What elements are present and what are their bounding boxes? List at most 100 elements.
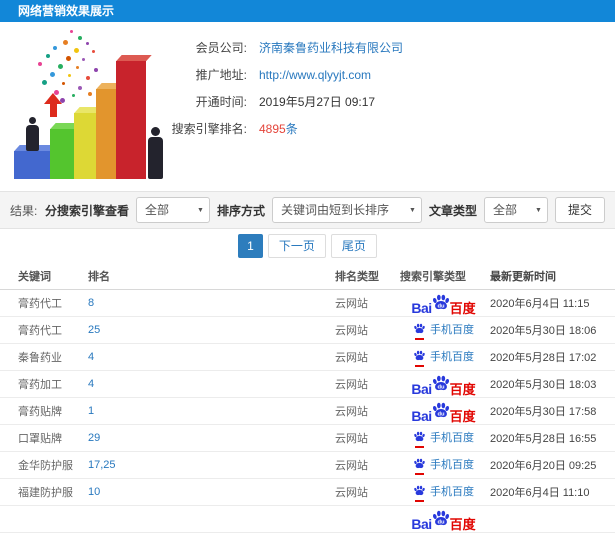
up-arrow-icon: [44, 93, 62, 117]
last-page-button[interactable]: 尾页: [330, 233, 377, 258]
chevron-down-icon: ▼: [409, 207, 416, 214]
confetti-dot: [78, 36, 82, 40]
updated-time-cell: 2020年6月4日 11:10: [490, 487, 590, 499]
confetti-dot: [76, 66, 79, 69]
header-rank-type: 排名类型: [335, 270, 379, 283]
table-row: 福建防护服 10 云网站 手机百度 2020年6月4日 11:10: [0, 479, 615, 506]
member-info: 会员公司: 济南秦鲁药业科技有限公司 推广地址: http://www.qlyy…: [135, 34, 403, 142]
promo-url-link[interactable]: http://www.qlyyjt.com: [259, 68, 371, 82]
member-company-link[interactable]: 济南秦鲁药业科技有限公司: [259, 41, 403, 55]
member-company-row: 会员公司: 济南秦鲁药业科技有限公司: [135, 34, 403, 61]
baidu-paw-icon: du: [432, 402, 449, 417]
engine-type-cell: Bai du 百度: [397, 292, 490, 315]
rank-link[interactable]: 8: [88, 297, 94, 309]
rank-link[interactable]: 10: [88, 486, 100, 498]
svg-text:du: du: [437, 411, 445, 417]
baidu-pc-logo: Bai du 百度: [411, 508, 476, 531]
header-updated: 最新更新时间: [490, 270, 556, 283]
results-table: 关键词 排名 排名类型 搜索引擎类型 最新更新时间 膏药代工 8 云网站 Bai…: [0, 262, 615, 533]
confetti-dot: [42, 80, 47, 85]
keyword-cell: 秦鲁药业: [18, 352, 62, 364]
hero-section: 会员公司: 济南秦鲁药业科技有限公司 推广地址: http://www.qlyy…: [0, 22, 615, 191]
open-time-row: 开通时间: 2019年5月27日 09:17: [135, 88, 403, 115]
businessman-figure: [24, 117, 40, 151]
baidu-mobile-logo: 手机百度: [413, 349, 474, 367]
promo-url-row: 推广地址: http://www.qlyyjt.com: [135, 61, 403, 88]
baidu-paw-icon: du: [432, 294, 449, 309]
engine-type-cell: 手机百度: [397, 349, 490, 367]
confetti-dot: [63, 40, 68, 45]
baidu-mobile-logo: 手机百度: [413, 430, 474, 448]
confetti-dot: [72, 94, 75, 97]
rank-link[interactable]: 25: [88, 324, 100, 336]
rank-link[interactable]: 4: [88, 351, 94, 363]
confetti-dot: [74, 48, 79, 53]
header-keyword: 关键词: [18, 270, 51, 283]
rank-link[interactable]: 29: [88, 432, 100, 444]
engine-type-cell: Bai du 百度: [397, 508, 490, 531]
article-type-select[interactable]: 全部 ▼: [483, 197, 548, 223]
page-button-current[interactable]: 1: [238, 233, 263, 258]
keyword-cell: 福建防护服: [18, 487, 73, 499]
confetti-dot: [82, 58, 85, 61]
table-header-row: 关键词 排名 排名类型 搜索引擎类型 最新更新时间: [0, 262, 615, 290]
baidu-paw-icon: [414, 458, 425, 469]
baidu-paw-icon: [414, 431, 425, 442]
rank-type-cell: 云网站: [335, 325, 368, 337]
next-page-button[interactable]: 下一页: [267, 233, 326, 258]
rank-link[interactable]: 4: [88, 378, 94, 390]
table-row: 膏药贴牌 1 云网站 Bai du 百度 2020年5月30日 17:58: [0, 398, 615, 425]
updated-time-cell: 2020年5月30日 18:06: [490, 325, 597, 337]
baidu-paw-icon: du: [432, 510, 449, 525]
engine-rank-unit: 条: [285, 122, 298, 136]
sort-filter-select[interactable]: 关键词由短到长排序 ▼: [271, 197, 422, 223]
engine-filter-label: 分搜索引擎查看: [44, 203, 129, 218]
confetti-dot: [78, 86, 82, 90]
chart-bar-blue: [14, 151, 52, 179]
submit-button[interactable]: 提交: [554, 197, 605, 223]
chevron-down-icon: ▼: [535, 207, 542, 214]
updated-time-cell: 2020年6月4日 11:15: [490, 298, 590, 310]
engine-rank-count: 4895: [259, 122, 286, 136]
open-time-label: 开通时间:: [195, 95, 247, 109]
confetti-dot: [58, 64, 63, 69]
updated-time-cell: 2020年5月30日 17:58: [490, 406, 597, 418]
sort-filter-label: 排序方式: [216, 203, 265, 218]
keyword-cell: 金华防护服: [18, 460, 73, 472]
confetti-dot: [60, 98, 65, 103]
confetti-dot: [50, 72, 55, 77]
engine-type-cell: 手机百度: [397, 484, 490, 502]
confetti-dot: [46, 54, 50, 58]
rank-type-cell: 云网站: [335, 433, 368, 445]
engine-type-cell: 手机百度: [397, 457, 490, 475]
rank-link[interactable]: 1: [88, 405, 94, 417]
confetti-dot: [92, 50, 95, 53]
updated-time-cell: 2020年6月20日 09:25: [490, 460, 597, 472]
filter-bar: 结果: 分搜索引擎查看 全部 ▼ 排序方式 关键词由短到长排序 ▼ 文章类型 全…: [0, 191, 615, 229]
rank-type-cell: 云网站: [335, 379, 368, 391]
table-row: 膏药代工 25 云网站 手机百度 2020年5月30日 18:06: [0, 317, 615, 344]
baidu-pc-logo: Bai du 百度: [411, 373, 476, 396]
keyword-cell: 膏药代工: [18, 298, 62, 310]
confetti-dot: [53, 46, 57, 50]
baidu-paw-icon: [414, 323, 425, 334]
pagination: 1 下一页 尾页: [0, 229, 615, 262]
confetti-dot: [94, 68, 98, 72]
confetti-dot: [70, 30, 73, 33]
engine-type-cell: Bai du 百度: [397, 373, 490, 396]
rank-type-cell: 云网站: [335, 460, 368, 472]
engine-type-cell: 手机百度: [397, 430, 490, 448]
page-title: 网络营销效果展示: [0, 0, 615, 22]
svg-text:du: du: [437, 303, 445, 309]
engine-type-cell: Bai du 百度: [397, 400, 490, 423]
engine-filter-select[interactable]: 全部 ▼: [135, 197, 210, 223]
engine-rank-label: 搜索引擎排名:: [171, 122, 247, 136]
confetti-dot: [66, 56, 71, 61]
rank-type-cell: 云网站: [335, 352, 368, 364]
member-company-label: 会员公司:: [195, 41, 247, 55]
rank-link[interactable]: 17,25: [88, 459, 116, 471]
article-type-label: 文章类型: [428, 203, 477, 218]
baidu-mobile-logo: 手机百度: [413, 457, 474, 475]
rank-type-cell: 云网站: [335, 406, 368, 418]
confetti-dot: [86, 76, 90, 80]
